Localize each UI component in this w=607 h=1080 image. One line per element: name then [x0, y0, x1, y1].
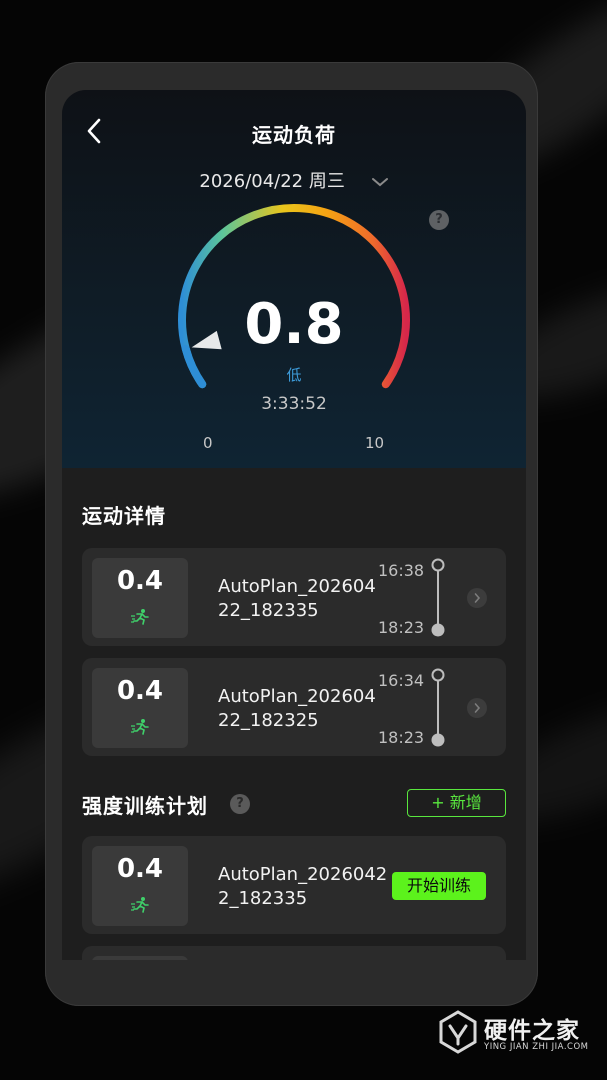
- gauge-max-label: 10: [365, 434, 385, 452]
- watermark-subtext: YING JIAN ZHI JIA.COM: [484, 1042, 589, 1052]
- load-value: 0.8: [244, 292, 344, 357]
- plan-card[interactable]: [82, 946, 506, 960]
- detail-card[interactable]: 0.4 AutoPlan_20260422_182325 16:34 18:23: [82, 658, 506, 756]
- end-time: 18:23: [378, 618, 425, 637]
- detail-arrow-button[interactable]: [467, 698, 487, 718]
- detail-arrow-button[interactable]: [467, 588, 487, 608]
- score-box: 0.4: [92, 846, 188, 926]
- activity-name: AutoPlan_20260422_182335: [218, 576, 376, 621]
- watermark-logo-icon: [439, 1010, 477, 1054]
- plans-section-title: 强度训练计划: [82, 794, 208, 818]
- score-box: [92, 956, 188, 960]
- chevron-right-icon: [474, 703, 481, 713]
- running-person-icon: [131, 609, 149, 625]
- score-value: 0.4: [116, 676, 164, 706]
- running-person-icon: [131, 897, 149, 913]
- start-time: 16:34: [378, 671, 425, 690]
- watermark: 硬件之家 YING JIAN ZHI JIA.COM: [438, 1010, 598, 1056]
- start-training-button[interactable]: 开始训练: [392, 872, 486, 900]
- score-box: 0.4: [92, 558, 188, 638]
- add-plan-button[interactable]: + 新增: [407, 789, 506, 817]
- plan-name: AutoPlan_20260422_182335: [218, 864, 388, 909]
- activity-name: AutoPlan_20260422_182325: [218, 686, 376, 731]
- plan-card[interactable]: 0.4 AutoPlan_20260422_182335 开始训练: [82, 836, 506, 934]
- chevron-right-icon: [474, 593, 481, 603]
- detail-card[interactable]: 0.4 AutoPlan_20260422_182335 16:38 18:23: [82, 548, 506, 646]
- score-value: 0.4: [116, 566, 164, 596]
- load-duration: 3:33:52: [261, 394, 327, 414]
- running-person-icon: [131, 719, 149, 735]
- details-section-title: 运动详情: [82, 504, 166, 528]
- help-icon[interactable]: ?: [230, 794, 250, 814]
- app-screen: 运动负荷 2026/04/22 周三 ? 0.8 低 3:33:52 0 10 …: [62, 90, 526, 960]
- watermark-text: 硬件之家: [484, 1018, 580, 1044]
- end-time: 18:23: [378, 728, 425, 747]
- start-time: 16:38: [378, 561, 425, 580]
- timeline-icon: [431, 668, 445, 747]
- load-level: 低: [286, 366, 302, 384]
- score-box: 0.4: [92, 668, 188, 748]
- timeline-icon: [431, 558, 445, 637]
- load-header-panel: 运动负荷 2026/04/22 周三 ? 0.8 低 3:33:52 0 10: [62, 90, 526, 468]
- gauge-min-label: 0: [203, 434, 213, 452]
- score-value: 0.4: [116, 854, 164, 884]
